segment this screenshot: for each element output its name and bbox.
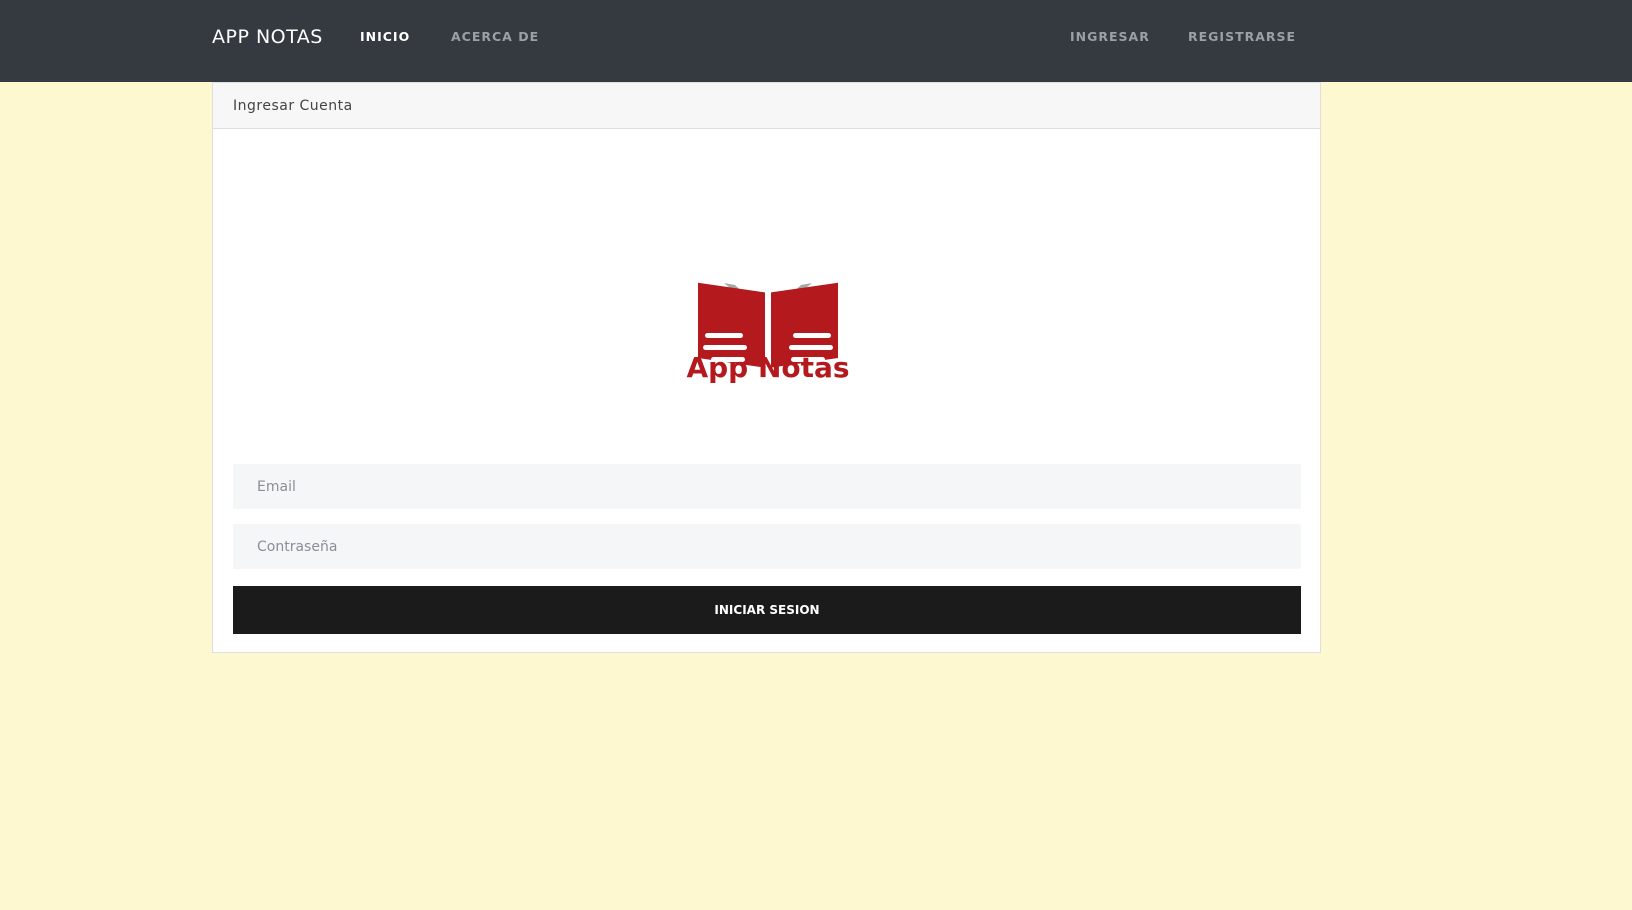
card-title: Ingresar Cuenta bbox=[233, 98, 353, 114]
brand-link[interactable]: APP NOTAS bbox=[212, 25, 323, 49]
logo-text: App Notas bbox=[686, 351, 850, 384]
nav-link-ingresar[interactable]: INGRESAR bbox=[1070, 29, 1150, 45]
nav-link-acerca-de[interactable]: ACERCA DE bbox=[451, 29, 539, 45]
card-header: Ingresar Cuenta bbox=[213, 83, 1320, 129]
login-card: Ingresar Cuenta App Notas Email INICIAR … bbox=[212, 82, 1321, 653]
email-input[interactable] bbox=[233, 464, 1301, 509]
nav-link-inicio[interactable]: INICIO bbox=[360, 29, 410, 45]
nav-link-registrarse[interactable]: REGISTRARSE bbox=[1188, 29, 1296, 45]
password-input[interactable] bbox=[233, 524, 1301, 569]
login-button[interactable]: INICIAR SESION bbox=[233, 586, 1301, 634]
top-navbar: APP NOTAS INICIO ACERCA DE INGRESAR REGI… bbox=[0, 0, 1632, 82]
